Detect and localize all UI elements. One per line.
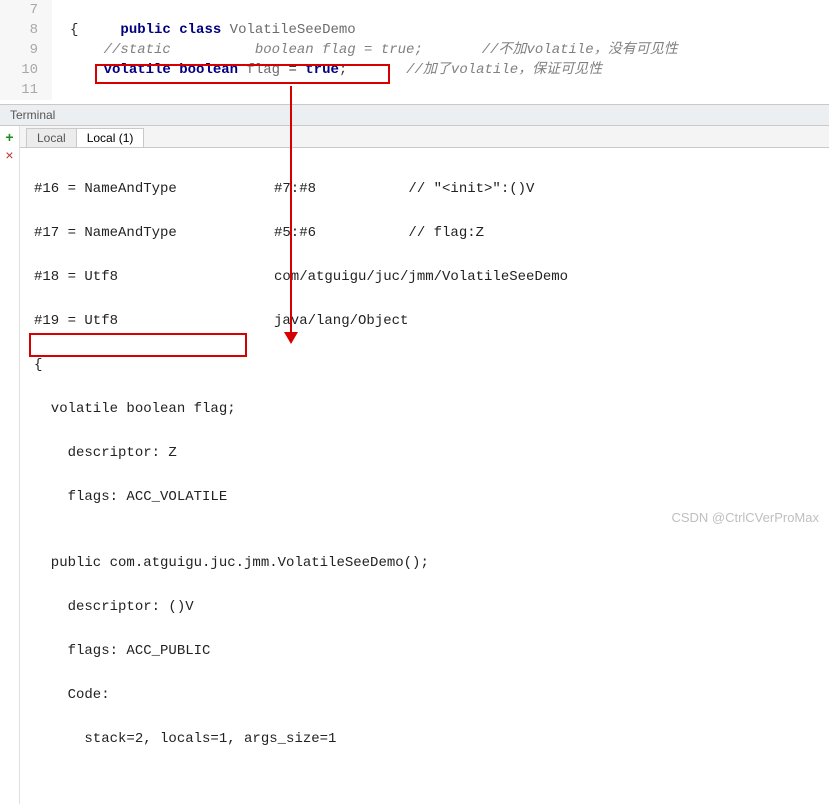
javap-line-8: Code: bbox=[34, 684, 819, 706]
javap-line-1: volatile boolean flag; bbox=[34, 398, 819, 420]
tab-local-1[interactable]: Local (1) bbox=[76, 128, 145, 147]
gutter-9: 9 bbox=[0, 40, 52, 60]
terminal-title: Terminal bbox=[10, 108, 55, 122]
code-8: { bbox=[52, 20, 78, 40]
code-7: public class VolatileSeeDemo bbox=[52, 0, 356, 20]
constpool-row-16: #16 = NameAndType#7:#8 // "<init>":()V bbox=[34, 178, 819, 200]
terminal-toolcol: + × bbox=[0, 126, 20, 804]
terminal-panel: + × Local Local (1) #16 = NameAndType#7:… bbox=[0, 126, 829, 804]
code-line-9: 9 //static boolean flag = true; //不加vola… bbox=[0, 40, 829, 60]
gutter-10: 10 bbox=[0, 60, 52, 80]
javap-line-3: flags: ACC_VOLATILE bbox=[34, 486, 819, 508]
gutter-7: 7 bbox=[0, 0, 52, 20]
code-line-11: 11 bbox=[0, 80, 829, 100]
add-session-icon[interactable]: + bbox=[5, 130, 13, 148]
javap-line-6: descriptor: ()V bbox=[34, 596, 819, 618]
constpool-row-17: #17 = NameAndType#5:#6 // flag:Z bbox=[34, 222, 819, 244]
code-editor: 7 public class VolatileSeeDemo 8 { 9 //s… bbox=[0, 0, 829, 100]
terminal-right: Local Local (1) #16 = NameAndType#7:#8 /… bbox=[20, 126, 829, 804]
tab-local[interactable]: Local bbox=[26, 128, 77, 147]
terminal-titlebar[interactable]: Terminal bbox=[0, 104, 829, 126]
javap-line-0: { bbox=[34, 354, 819, 376]
code-9: //static boolean flag = true; //不加volati… bbox=[52, 40, 678, 60]
code-10: volatile boolean flag = true; //加了volati… bbox=[52, 60, 602, 80]
javap-line-7: flags: ACC_PUBLIC bbox=[34, 640, 819, 662]
gutter-11: 11 bbox=[0, 80, 52, 100]
code-line-10: 10 volatile boolean flag = true; //加了vol… bbox=[0, 60, 829, 80]
javap-line-2: descriptor: Z bbox=[34, 442, 819, 464]
javap-line-9: stack=2, locals=1, args_size=1 bbox=[34, 728, 819, 750]
gutter-8: 8 bbox=[0, 20, 52, 40]
javap-line-5: public com.atguigu.juc.jmm.VolatileSeeDe… bbox=[34, 552, 819, 574]
constpool-row-19: #19 = Utf8java/lang/Object bbox=[34, 310, 819, 332]
terminal-content[interactable]: #16 = NameAndType#7:#8 // "<init>":()V #… bbox=[20, 148, 829, 804]
watermark: CSDN @CtrlCVerProMax bbox=[671, 510, 819, 525]
code-line-7: 7 public class VolatileSeeDemo bbox=[0, 0, 829, 20]
code-line-8: 8 { bbox=[0, 20, 829, 40]
close-session-icon[interactable]: × bbox=[5, 148, 13, 166]
code-11 bbox=[52, 80, 70, 100]
terminal-tabs: Local Local (1) bbox=[20, 126, 829, 148]
constpool-row-18: #18 = Utf8com/atguigu/juc/jmm/VolatileSe… bbox=[34, 266, 819, 288]
